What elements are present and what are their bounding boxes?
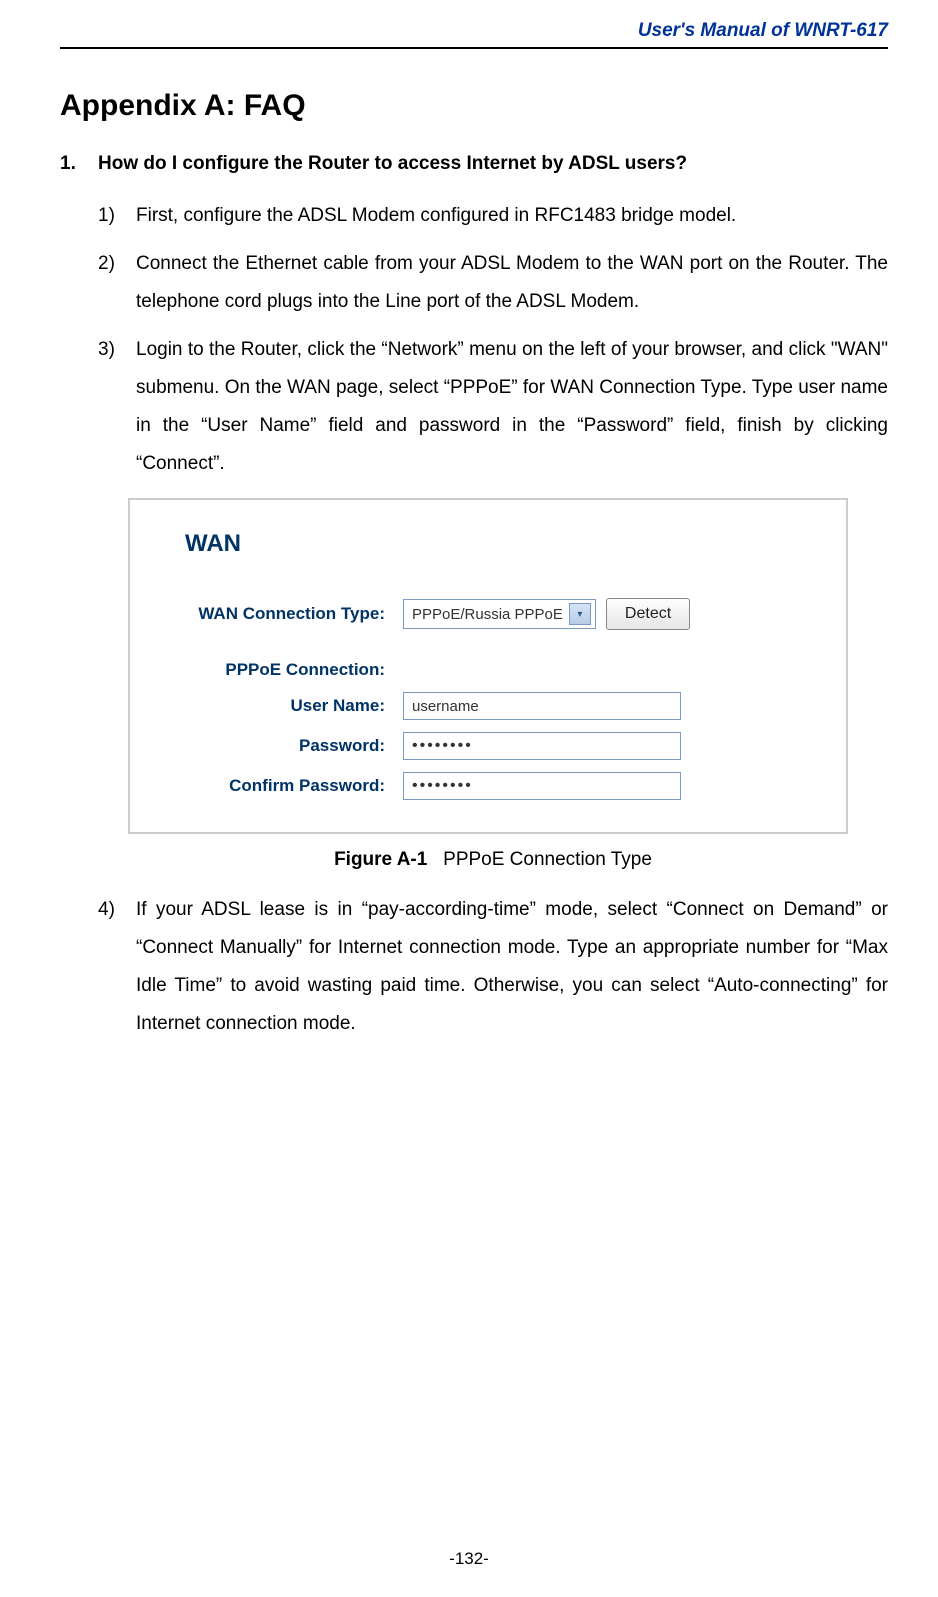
page-title: Appendix A: FAQ [60, 89, 888, 123]
password-label: Password: [155, 736, 403, 756]
figure-heading: WAN [185, 530, 821, 558]
question-text: How do I configure the Router to access … [98, 153, 687, 175]
figure-caption-bold: Figure A-1 [334, 849, 427, 870]
step-number: 1) [98, 197, 136, 235]
confirm-password-label: Confirm Password: [155, 776, 403, 796]
username-input[interactable]: username [403, 692, 681, 720]
step-item: 3) Login to the Router, click the “Netwo… [98, 331, 888, 483]
page-number: -132- [0, 1549, 938, 1569]
step-number: 4) [98, 891, 136, 1043]
figure-screenshot: WAN WAN Connection Type: PPPoE/Russia PP… [128, 498, 848, 834]
question-number: 1. [60, 153, 98, 175]
step-number: 3) [98, 331, 136, 483]
wan-conn-select[interactable]: PPPoE/Russia PPPoE ▾ [403, 599, 596, 629]
wan-conn-label: WAN Connection Type: [155, 604, 403, 624]
wan-conn-value: PPPoE/Russia PPPoE [412, 606, 563, 623]
password-input[interactable]: •••••••• [403, 732, 681, 760]
figure-caption-text: PPPoE Connection Type [427, 849, 652, 870]
faq-question: 1. How do I configure the Router to acce… [60, 153, 888, 175]
step-item: 4) If your ADSL lease is in “pay-accordi… [98, 891, 888, 1043]
step-text: First, configure the ADSL Modem configur… [136, 197, 888, 235]
pppoe-section-label: PPPoE Connection: [155, 660, 403, 680]
username-label: User Name: [155, 696, 403, 716]
step-text: Login to the Router, click the “Network”… [136, 331, 888, 483]
figure-caption: Figure A-1 PPPoE Connection Type [98, 849, 888, 871]
step-number: 2) [98, 245, 136, 321]
step-text: Connect the Ethernet cable from your ADS… [136, 245, 888, 321]
username-value: username [412, 698, 479, 715]
detect-button[interactable]: Detect [606, 598, 690, 630]
step-text: If your ADSL lease is in “pay-according-… [136, 891, 888, 1043]
step-item: 2) Connect the Ethernet cable from your … [98, 245, 888, 321]
chevron-down-icon: ▾ [569, 603, 591, 625]
password-value: •••••••• [412, 737, 473, 755]
step-item: 1) First, configure the ADSL Modem confi… [98, 197, 888, 235]
confirm-password-input[interactable]: •••••••• [403, 772, 681, 800]
doc-header: User's Manual of WNRT-617 [60, 20, 888, 49]
confirm-password-value: •••••••• [412, 777, 473, 795]
